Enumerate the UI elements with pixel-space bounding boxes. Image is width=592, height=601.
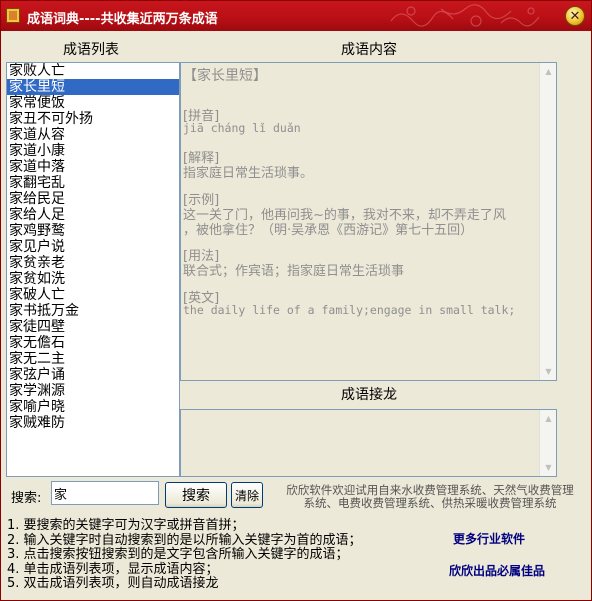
window-title: 成语词典----共收集近两万条成语	[27, 12, 218, 27]
list-item[interactable]: 家书抵万金	[7, 303, 179, 319]
idiom-relay-box[interactable]: ▲ ▼	[180, 409, 557, 477]
tip-item: 1. 要搜索的关键字可为汉字或拼音首拼；	[7, 518, 245, 533]
content-heading: 【家长里短】	[183, 68, 267, 84]
list-label: 成语列表	[63, 42, 119, 58]
list-item[interactable]: 家无二主	[7, 351, 179, 367]
scroll-down-icon[interactable]: ▼	[541, 364, 556, 379]
list-item[interactable]: 家喻户晓	[7, 399, 179, 415]
content-label: 成语内容	[341, 42, 397, 58]
ad-text: 欣欣软件欢迎试用自来水收费管理系统、天然气收费管理 系统、电费收费管理系统、供热…	[275, 484, 585, 510]
usage-value: 联合式；作宾语；指家庭日常生活琐事	[183, 264, 405, 279]
more-software-link[interactable]: 更多行业软件	[453, 530, 525, 547]
tip-item: 5. 双击成语列表项，则自动成语接龙	[7, 576, 219, 591]
list-item[interactable]: 家道小康	[7, 143, 179, 159]
scroll-up-icon[interactable]: ▲	[541, 64, 556, 79]
ad-line-2: 系统、电费收费管理系统、供热采暖收费管理系统	[303, 496, 557, 510]
close-button[interactable]: ✕	[565, 6, 585, 26]
list-item[interactable]: 家败人亡	[7, 63, 179, 79]
tip-item: 2. 输入关键字时自动搜索到的是以所输入关键字为首的成语；	[7, 532, 362, 548]
list-item[interactable]: 家道中落	[7, 159, 179, 175]
list-item[interactable]: 家丑不可外扬	[7, 111, 179, 127]
list-item[interactable]: 家见户说	[7, 239, 179, 255]
search-button[interactable]: 搜索	[165, 482, 227, 508]
list-item[interactable]: 家贫亲老	[7, 255, 179, 271]
clear-button[interactable]: 清除	[231, 482, 263, 508]
idiom-list[interactable]: 家败人亡 家长里短 家常便饭 家丑不可外扬 家道从容 家道小康 家道中落 家翻宅乱 家给民足 家给…	[6, 62, 180, 477]
english-value: the daily life of a family;engage in sma…	[183, 303, 516, 317]
list-item[interactable]: 家道从容	[7, 127, 179, 143]
list-item[interactable]: 家长里短	[7, 79, 179, 95]
tip-item: 3. 点击搜索按钮搜索到的是文字包含所输入关键字的成语；	[7, 547, 349, 562]
list-item[interactable]: 家给人足	[7, 207, 179, 223]
close-icon: ✕	[569, 8, 581, 24]
brand-link[interactable]: 欣欣出品必属佳品	[449, 562, 545, 579]
list-item[interactable]: 家翻宅乱	[7, 175, 179, 191]
tip-item: 4. 单击成语列表项，显示成语内容；	[7, 561, 219, 577]
list-item[interactable]: 家贼难防	[7, 415, 179, 431]
app-window: 成语词典----共收集近两万条成语 ✕ 成语列表 成语内容 家败人亡 家长里短 家常…	[0, 0, 592, 601]
content-scrollbar[interactable]: ▲ ▼	[539, 63, 556, 380]
app-icon	[6, 8, 20, 23]
list-item[interactable]: 家给民足	[7, 191, 179, 207]
title-decoration-icon	[390, 4, 540, 27]
idiom-content-box[interactable]: 【家长里短】 [拼音] jiā cháng lǐ duǎn [解释] 指家庭日常…	[180, 62, 557, 381]
list-item[interactable]: 家贫如洗	[7, 271, 179, 287]
usage-tips: 1. 要搜索的关键字可为汉字或拼音首拼； 2. 输入关键字时自动搜索到的是以所输…	[7, 518, 362, 592]
idiom-content-text: 【家长里短】 [拼音] jiā cháng lǐ duǎn [解释] 指家庭日常…	[183, 63, 538, 380]
title-bar[interactable]: 成语词典----共收集近两万条成语 ✕	[1, 1, 591, 31]
scroll-down-icon[interactable]: ▼	[541, 460, 556, 475]
list-item[interactable]: 家学渊源	[7, 383, 179, 399]
meaning-value: 指家庭日常生活琐事。	[183, 166, 314, 181]
scroll-up-icon[interactable]: ▲	[541, 411, 556, 426]
search-input[interactable]	[51, 481, 159, 505]
pinyin-value: jiā cháng lǐ duǎn	[183, 121, 301, 135]
list-item[interactable]: 家鸡野鹜	[7, 223, 179, 239]
relay-label: 成语接龙	[341, 387, 397, 403]
list-item[interactable]: 家弦户诵	[7, 367, 179, 383]
search-label: 搜索:	[11, 491, 42, 506]
list-item[interactable]: 家破人亡	[7, 287, 179, 303]
list-item[interactable]: 家常便饭	[7, 95, 179, 111]
example-line-2: ，被他拿住？（明·吴承恩《西游记》第七十五回）	[183, 223, 474, 238]
list-item[interactable]: 家徒四壁	[7, 319, 179, 335]
relay-scrollbar[interactable]: ▲ ▼	[539, 410, 556, 476]
list-item[interactable]: 家无儋石	[7, 335, 179, 351]
